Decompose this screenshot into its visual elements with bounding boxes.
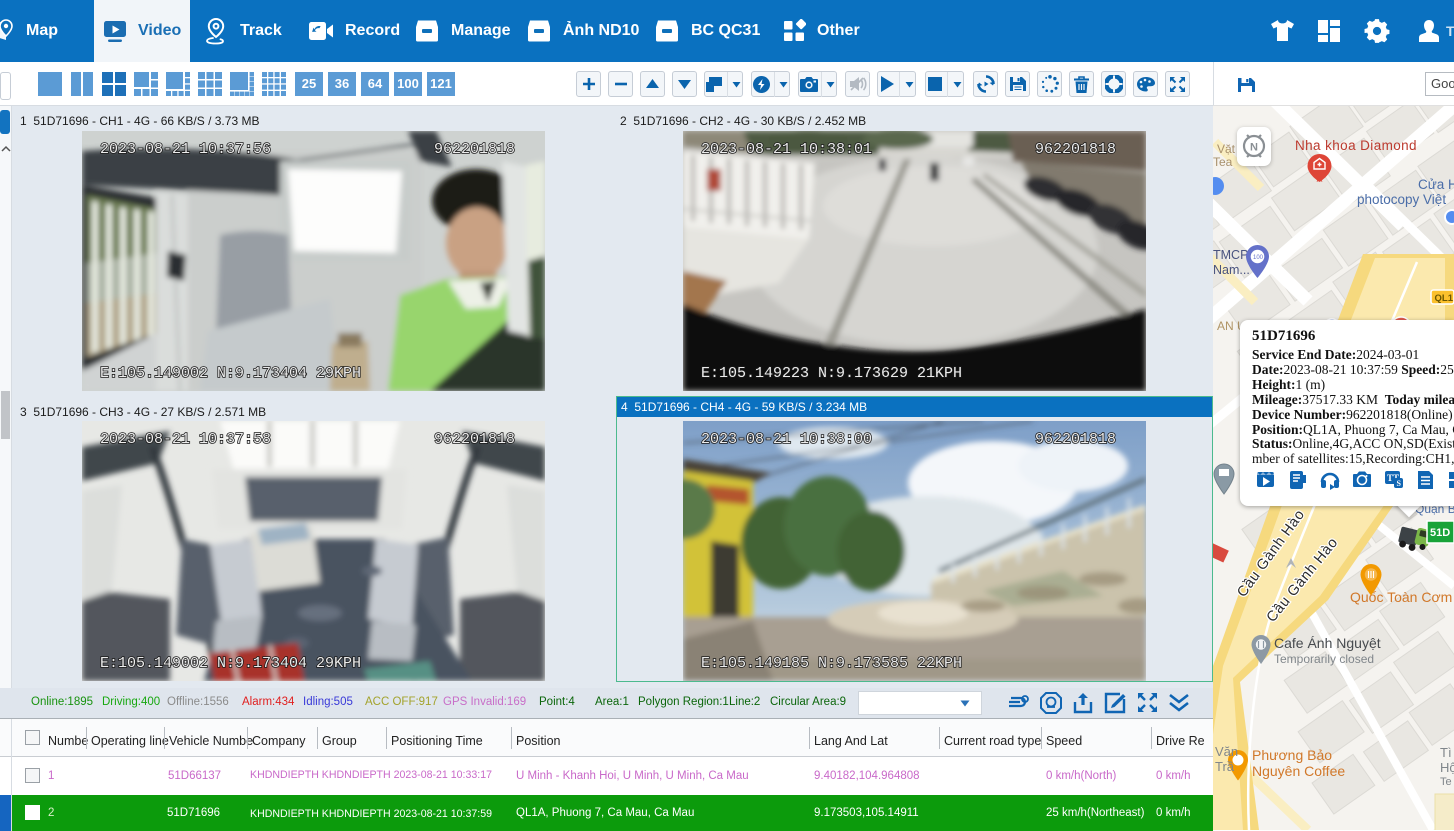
svg-text:2023-08-21 10:38:01: 2023-08-21 10:38:01 xyxy=(701,141,872,158)
svg-text:QL1: QL1 xyxy=(1435,293,1454,304)
svg-text:2023-08-21 10:37:56: 2023-08-21 10:37:56 xyxy=(100,141,271,158)
svg-text:Nha khoa Diamond: Nha khoa Diamond xyxy=(1295,138,1417,153)
svg-text:962201818: 962201818 xyxy=(1035,431,1116,448)
svg-text:E:105.149223 N:9.173629 21KPH: E:105.149223 N:9.173629 21KPH xyxy=(701,365,962,382)
svg-text:Cửa H: Cửa H xyxy=(1418,177,1454,192)
svg-text:962201818: 962201818 xyxy=(1035,141,1116,158)
svg-text:S: S xyxy=(1397,479,1402,488)
svg-text:E:105.149002 N:9.173404 29KPH: E:105.149002 N:9.173404 29KPH xyxy=(100,365,361,382)
svg-text:N: N xyxy=(1250,142,1258,154)
svg-text:962201818: 962201818 xyxy=(434,431,515,448)
svg-text:E:105.149185 N:9.173585 22KPH: E:105.149185 N:9.173585 22KPH xyxy=(701,655,962,672)
svg-text:962201818: 962201818 xyxy=(434,141,515,158)
svg-text:Tea: Tea xyxy=(1213,155,1233,169)
svg-text:Nguyên Coffee: Nguyên Coffee xyxy=(1252,763,1345,779)
svg-text:Cafe Ánh Nguyệt: Cafe Ánh Nguyệt xyxy=(1274,635,1381,651)
svg-text:51D: 51D xyxy=(1430,527,1450,539)
svg-text:Hộ: Hộ xyxy=(1440,760,1454,775)
svg-text:100: 100 xyxy=(1253,255,1264,261)
svg-text:Temporarily closed: Temporarily closed xyxy=(1274,652,1374,666)
svg-text:Quốc Toàn Cơm T: Quốc Toàn Cơm T xyxy=(1350,589,1454,605)
svg-text:Phương Bảo: Phương Bảo xyxy=(1252,747,1332,763)
svg-text:Nam...: Nam... xyxy=(1213,263,1250,277)
svg-text:Vặt: Vặt xyxy=(1217,142,1236,156)
svg-text:Trầ: Trầ xyxy=(1215,759,1235,774)
svg-text:Văn: Văn xyxy=(1215,744,1238,759)
svg-text:TMCP: TMCP xyxy=(1213,248,1248,262)
svg-text:Te: Te xyxy=(1440,776,1452,788)
svg-text:photocopy Việt: photocopy Việt xyxy=(1357,192,1446,207)
svg-text:2023-08-21 10:38:00: 2023-08-21 10:38:00 xyxy=(701,431,872,448)
svg-text:E:105.149002 N:9.173404 29KPH: E:105.149002 N:9.173404 29KPH xyxy=(100,655,361,672)
svg-text:2023-08-21 10:37:58: 2023-08-21 10:37:58 xyxy=(100,431,271,448)
svg-text:Tì: Tì xyxy=(1440,745,1452,760)
